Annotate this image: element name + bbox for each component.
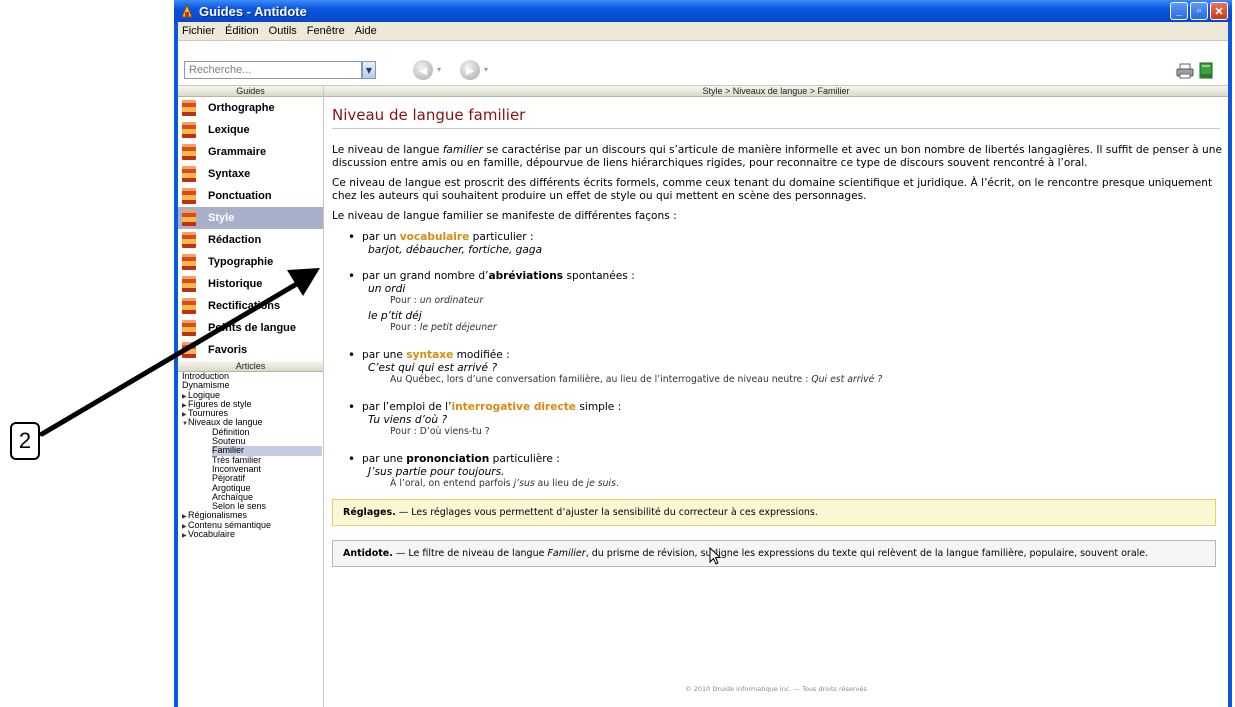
screenshot-canvas: Guides - Antidote _ ▫ ✕ Fichier Édition … bbox=[0, 0, 1235, 707]
callout-number-badge: 2 bbox=[10, 422, 40, 460]
annotation-arrow bbox=[39, 268, 320, 437]
mouse-pointer-icon bbox=[709, 547, 722, 565]
